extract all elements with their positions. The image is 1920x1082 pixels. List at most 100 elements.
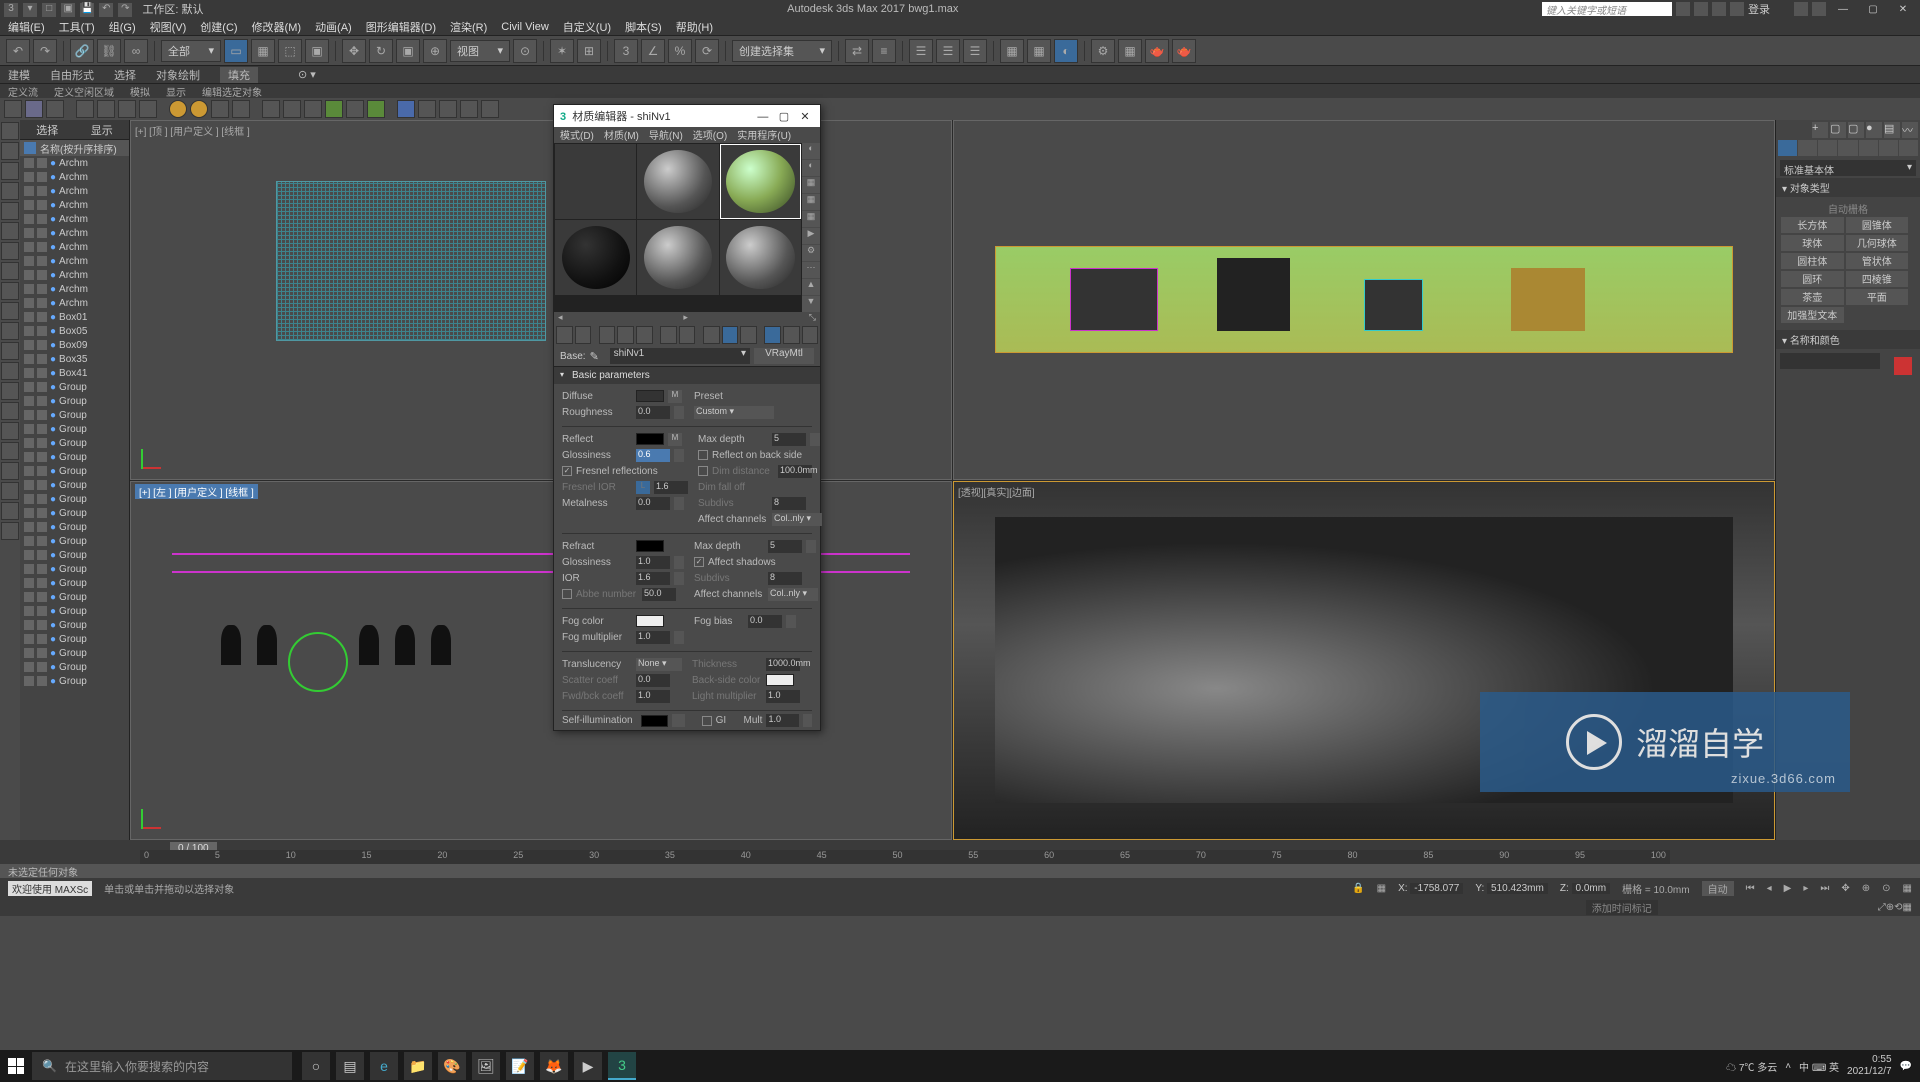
select-name-icon[interactable]: ▦ bbox=[251, 39, 275, 63]
move-icon[interactable]: ✥ bbox=[342, 39, 366, 63]
uvtile-icon[interactable]: ▦ bbox=[802, 194, 820, 210]
menu-tools[interactable]: 工具(T) bbox=[59, 19, 95, 35]
scene-item[interactable]: ●Archm bbox=[20, 296, 129, 310]
viewport-front[interactable] bbox=[953, 120, 1775, 480]
sample-slot[interactable] bbox=[637, 144, 718, 219]
scale-icon[interactable]: ▣ bbox=[396, 39, 420, 63]
menu-render[interactable]: 渲染(R) bbox=[450, 19, 487, 35]
matdlg-close-button[interactable]: ✕ bbox=[796, 110, 814, 123]
translucency-dropdown[interactable]: None ▾ bbox=[636, 658, 682, 671]
play-icon[interactable]: ▶ bbox=[1784, 883, 1792, 894]
layers-icon[interactable]: ☰ bbox=[909, 39, 933, 63]
y-value[interactable]: 510.423mm bbox=[1487, 883, 1548, 894]
slot-scroll-up[interactable]: ▲ bbox=[802, 279, 820, 295]
rotate-icon[interactable]: ↻ bbox=[369, 39, 393, 63]
sun2-icon[interactable] bbox=[190, 100, 208, 118]
lt-icon[interactable] bbox=[1, 482, 19, 500]
affectch-dropdown[interactable]: Col..nly ▾ bbox=[772, 513, 822, 526]
create-primitive-button[interactable]: 球体 bbox=[1781, 235, 1844, 251]
cloud-icon[interactable] bbox=[25, 100, 43, 118]
ribbon-btn-idle[interactable]: 定义空闲区域 bbox=[54, 84, 114, 99]
ex-icon-14[interactable] bbox=[439, 100, 457, 118]
anglesnap-icon[interactable]: ∠ bbox=[641, 39, 665, 63]
lt-icon[interactable] bbox=[1, 422, 19, 440]
scene-item[interactable]: ●Group bbox=[20, 394, 129, 408]
scene-item[interactable]: ●Group bbox=[20, 492, 129, 506]
cp-tab-display[interactable] bbox=[1859, 140, 1878, 156]
cp-ex-icon[interactable]: ▤ bbox=[1884, 122, 1900, 138]
ex-icon-1[interactable] bbox=[4, 100, 22, 118]
background-icon[interactable]: ▦ bbox=[802, 177, 820, 193]
rollout-basic-header[interactable]: Basic parameters bbox=[554, 366, 820, 384]
create-primitive-button[interactable]: 长方体 bbox=[1781, 217, 1844, 233]
abbe-checkbox[interactable] bbox=[562, 589, 572, 599]
glossiness-spinner[interactable]: 0.6 bbox=[636, 449, 670, 462]
notification-icon[interactable]: 💬 bbox=[1900, 1061, 1912, 1072]
rollout-namecolor-header[interactable]: ▾ 名称和颜色 bbox=[1776, 330, 1920, 349]
qat-open-icon[interactable]: ▣ bbox=[61, 3, 75, 17]
cortana-icon[interactable]: ○ bbox=[302, 1052, 330, 1080]
spin-btn[interactable] bbox=[806, 540, 816, 553]
nav-icon[interactable]: ▦ bbox=[1903, 902, 1912, 913]
ex-icon[interactable] bbox=[1712, 2, 1726, 16]
sample-slot-selected[interactable] bbox=[720, 144, 801, 219]
refrgloss-spinner[interactable]: 1.0 bbox=[636, 556, 670, 569]
select-region-icon[interactable]: ⬚ bbox=[278, 39, 302, 63]
cp-tab-motion[interactable] bbox=[1838, 140, 1857, 156]
app-icon[interactable]: 🎨 bbox=[438, 1052, 466, 1080]
lt-icon[interactable] bbox=[1, 342, 19, 360]
pickmat-dropper-icon[interactable]: ✎ bbox=[590, 350, 606, 363]
scene-item[interactable]: ●Archm bbox=[20, 240, 129, 254]
viewport-left[interactable]: [+] [左 ] [用户定义 ] [线框 ] bbox=[130, 481, 952, 841]
taskbar-search[interactable]: 🔍 在这里输入你要搜索的内容 bbox=[32, 1052, 292, 1080]
create-primitive-button[interactable]: 平面 bbox=[1846, 289, 1909, 305]
renderframe-icon[interactable]: ▦ bbox=[1118, 39, 1142, 63]
puttolib-icon[interactable] bbox=[679, 326, 696, 344]
refract-swatch[interactable] bbox=[636, 540, 664, 552]
ribbon-btn-sim[interactable]: 模拟 bbox=[130, 84, 150, 99]
spin-btn[interactable] bbox=[810, 433, 820, 446]
qat-redo-icon[interactable]: ↷ bbox=[118, 3, 132, 17]
qat-save-icon[interactable]: 💾 bbox=[80, 3, 94, 17]
menu-edit[interactable]: 编辑(E) bbox=[8, 19, 45, 35]
render2-icon[interactable]: 🫖 bbox=[1172, 39, 1196, 63]
refcoord-dropdown[interactable]: 视图▾ bbox=[450, 40, 510, 62]
ex-icon-3[interactable] bbox=[76, 100, 94, 118]
spin-btn[interactable] bbox=[674, 556, 684, 569]
cp-ex-icon[interactable]: + bbox=[1812, 122, 1828, 138]
scene-item[interactable]: ●Group bbox=[20, 674, 129, 688]
manip-icon[interactable]: ✶ bbox=[550, 39, 574, 63]
makeuniq-icon[interactable] bbox=[660, 326, 677, 344]
clock[interactable]: 0:552021/12/7 bbox=[1847, 1054, 1892, 1078]
ex-icon-9[interactable] bbox=[262, 100, 280, 118]
maxdepth-spinner[interactable]: 5 bbox=[772, 433, 806, 446]
nav-icon[interactable]: ⊕ bbox=[1886, 902, 1894, 913]
lock-icon[interactable]: 🔒 bbox=[1352, 883, 1364, 894]
scene-item[interactable]: ●Archm bbox=[20, 254, 129, 268]
sphere-icon[interactable] bbox=[397, 100, 415, 118]
spin-btn[interactable] bbox=[674, 631, 684, 644]
matmenu-nav[interactable]: 导航(N) bbox=[649, 127, 683, 143]
viewport-top[interactable]: [+] [顶 ] [用户定义 ] [线框 ] bbox=[130, 120, 952, 480]
mirror-icon[interactable]: ⇄ bbox=[845, 39, 869, 63]
qat-undo-icon[interactable]: ↶ bbox=[99, 3, 113, 17]
window-cross-icon[interactable]: ▣ bbox=[305, 39, 329, 63]
pivot-icon[interactable]: ⊙ bbox=[513, 39, 537, 63]
timeline-ruler[interactable]: 0510152025303540455055606570758085909510… bbox=[140, 850, 1670, 864]
explorer-icon[interactable]: 📁 bbox=[404, 1052, 432, 1080]
create-primitive-button[interactable]: 圆柱体 bbox=[1781, 253, 1844, 269]
selection-filter-dropdown[interactable]: 全部▾ bbox=[161, 40, 221, 62]
select-icon[interactable]: ▭ bbox=[224, 39, 248, 63]
scene-item[interactable]: ●Box41 bbox=[20, 366, 129, 380]
user-icon[interactable] bbox=[1730, 2, 1744, 16]
nav-icon[interactable]: ⊕ bbox=[1862, 883, 1870, 894]
scene-item[interactable]: ●Group bbox=[20, 520, 129, 534]
ribbon-tab-objpaint[interactable]: 对象绘制 bbox=[156, 67, 200, 83]
lt-icon[interactable] bbox=[1, 442, 19, 460]
ribbon-tab-select[interactable]: 选择 bbox=[114, 67, 136, 83]
cp-tab-create[interactable] bbox=[1778, 140, 1797, 156]
pickmat-icon[interactable] bbox=[802, 326, 819, 344]
matmenu-material[interactable]: 材质(M) bbox=[604, 127, 639, 143]
cp-category-dropdown[interactable]: 标准基本体▾ bbox=[1780, 160, 1916, 176]
gotoparent-icon[interactable] bbox=[764, 326, 781, 344]
